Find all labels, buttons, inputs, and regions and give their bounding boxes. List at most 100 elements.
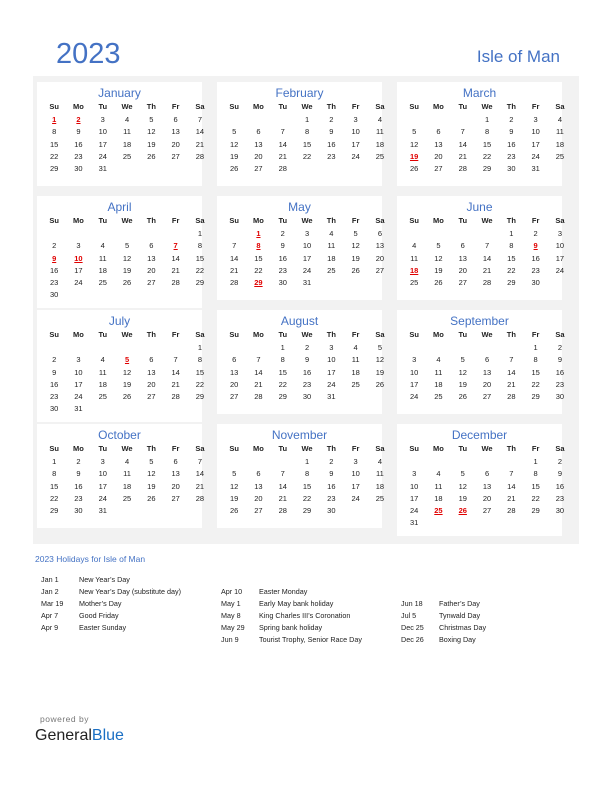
empty-cell [402,342,426,354]
day-cell: 31 [74,404,83,414]
day-cell: 14 [482,253,492,263]
day-cell: 13 [482,367,492,377]
month-october: October Su Mo Tu We Th Fr Sa 1 2 3 4 5 6 7 8 9 10 11 12 13 14… [37,424,205,528]
weekday-header: Fr [171,444,180,453]
day-cell: 11 [123,469,131,479]
day-cell: 1 [533,457,538,466]
weekday-header: Su [409,216,419,225]
day-cell: 7 [232,241,237,251]
day-cell: 21 [458,151,467,161]
day-cell: 1 [484,115,490,124]
day-cell: 15 [49,139,59,149]
holiday-name: Good Friday [79,611,119,620]
weekday-header: Tu [98,444,108,453]
weekday-header: Tu [98,102,108,111]
empty-cell [475,342,499,354]
day-cell: 13 [434,139,443,149]
empty-cell [222,114,246,126]
country-title: Isle of Man [476,47,560,66]
day-cell: 4 [377,457,383,466]
empty-cell [246,114,270,126]
month-title: November [271,428,328,442]
empty-cell [426,228,450,240]
holiday-name: Christmas Day [439,623,487,632]
day-cell: 17 [302,253,312,263]
day-cell: 17 [409,379,419,389]
day-cell: 11 [98,367,107,377]
day-cell: 14 [229,253,239,263]
day-cell: 9 [304,355,310,365]
empty-cell [139,228,163,240]
day-cell: 6 [256,127,261,137]
day-cell: 16 [555,481,565,491]
empty-cell [222,456,246,468]
day-cell: 18 [98,379,107,389]
day-cell: 20 [147,379,156,389]
holiday-day-cell: 26 [458,506,467,516]
weekday-header: Mo [253,102,264,111]
empty-cell [222,228,246,240]
day-cell: 6 [436,127,441,137]
weekday-header: Fr [531,330,540,339]
day-cell: 6 [460,241,465,251]
day-cell: 17 [531,139,540,149]
day-cell: 17 [555,253,565,263]
holiday-row: Dec 26 Boxing Day [401,634,486,646]
day-cell: 4 [100,355,105,365]
day-cell: 1 [533,343,538,352]
day-cell: 3 [533,115,538,124]
holiday-day-cell: 19 [409,151,419,161]
weekday-header: Su [49,330,59,339]
brand-general: General [35,727,92,744]
day-cell: 5 [353,229,358,238]
day-cell: 3 [100,457,105,466]
holiday-name: Tourist Trophy, Senior Race Day [259,635,362,644]
weekday-header: Tu [458,330,468,339]
day-cell: 25 [555,151,565,161]
holiday-day-cell: 18 [409,265,419,275]
day-cell: 7 [280,469,285,479]
day-cell: 4 [353,343,358,352]
day-cell: 21 [229,265,239,275]
day-cell: 29 [195,278,205,288]
day-cell: 22 [302,151,312,161]
weekday-header: Sa [375,102,385,111]
day-cell: 31 [98,506,107,516]
day-cell: 31 [98,164,107,174]
empty-cell [66,342,90,354]
day-cell: 16 [507,139,516,149]
empty-cell [402,228,426,240]
holiday-date: May 29 [221,623,245,632]
weekday-header: Mo [433,330,444,339]
day-cell: 28 [195,151,205,161]
day-cell: 2 [329,115,334,124]
holiday-name: New Year’s Day [79,575,130,584]
holiday-column: Apr 10 Easter Monday May 1 Early May bank h… [221,586,362,646]
day-cell: 19 [147,481,156,491]
day-cell: 16 [49,379,59,389]
day-cell: 7 [460,127,465,137]
day-cell: 8 [509,241,514,251]
day-cell: 10 [351,127,360,137]
day-cell: 26 [122,392,132,402]
day-cell: 23 [531,265,540,275]
day-cell: 11 [434,481,443,491]
day-cell: 17 [98,139,107,149]
day-cell: 8 [304,469,310,479]
weekday-header: We [121,102,133,111]
day-cell: 6 [149,355,154,365]
weekday-header: Sa [555,330,565,339]
day-cell: 15 [195,253,205,263]
weekday-header: Sa [555,444,565,453]
day-cell: 15 [254,253,263,263]
holiday-row: Mar 19 Mother’s Day [41,598,181,610]
day-cell: 19 [122,265,132,275]
day-cell: 27 [482,506,492,516]
day-cell: 7 [484,241,490,251]
holidays-title: 2023 Holidays for Isle of Man [35,554,146,564]
day-cell: 7 [280,127,285,137]
day-cell: 5 [377,343,383,352]
day-cell: 4 [100,241,105,251]
day-cell: 2 [52,241,57,251]
holiday-column: Jan 1 New Year’s Day Jan 2 New Year’s Day (… [41,574,181,634]
